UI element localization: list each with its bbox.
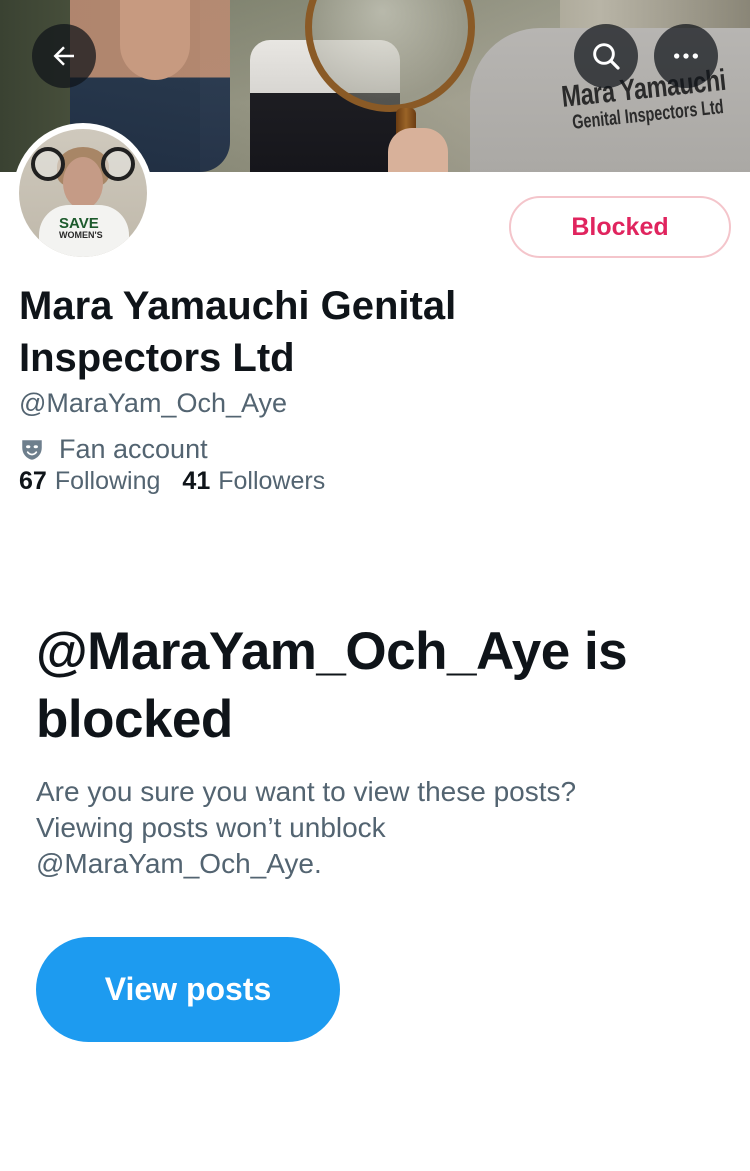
- profile-handle: @MaraYam_Och_Aye: [19, 388, 288, 418]
- following-count: 67: [19, 467, 47, 495]
- more-horizontal-icon: [670, 40, 702, 72]
- followers-label: Followers: [218, 467, 326, 495]
- theater-mask-icon: [19, 437, 45, 463]
- banner-runner-torso: [120, 0, 190, 80]
- display-name: Mara Yamauchi Genital Inspectors Ltd: [19, 284, 457, 380]
- blocked-notice-description: Are you sure you want to view these post…: [36, 776, 577, 879]
- avatar-shirt-text: SAVE WOMEN'S: [59, 215, 103, 240]
- followers-count: 41: [182, 467, 211, 495]
- banner-hand: [388, 128, 448, 172]
- blocked-button-label: Blocked: [571, 212, 669, 241]
- search-button[interactable]: [574, 24, 638, 88]
- more-button[interactable]: [654, 24, 718, 88]
- avatar[interactable]: SAVE WOMEN'S: [13, 123, 153, 263]
- profile-category: Fan account: [19, 434, 208, 465]
- followers-link[interactable]: 41 Followers: [182, 467, 325, 496]
- view-posts-label: View posts: [104, 971, 272, 1007]
- arrow-left-icon: [49, 41, 79, 71]
- category-label: Fan account: [59, 434, 208, 464]
- follow-stats: 67 Following 41 Followers: [19, 467, 347, 496]
- search-icon: [590, 40, 622, 72]
- blocked-button[interactable]: Blocked: [509, 196, 731, 258]
- view-posts-button[interactable]: View posts: [36, 937, 340, 1042]
- blocked-notice-title: @MaraYam_Och_Aye is blocked: [36, 622, 628, 749]
- following-link[interactable]: 67 Following: [19, 467, 160, 496]
- back-button[interactable]: [32, 24, 96, 88]
- avatar-image: SAVE WOMEN'S: [19, 129, 147, 257]
- following-label: Following: [54, 467, 161, 495]
